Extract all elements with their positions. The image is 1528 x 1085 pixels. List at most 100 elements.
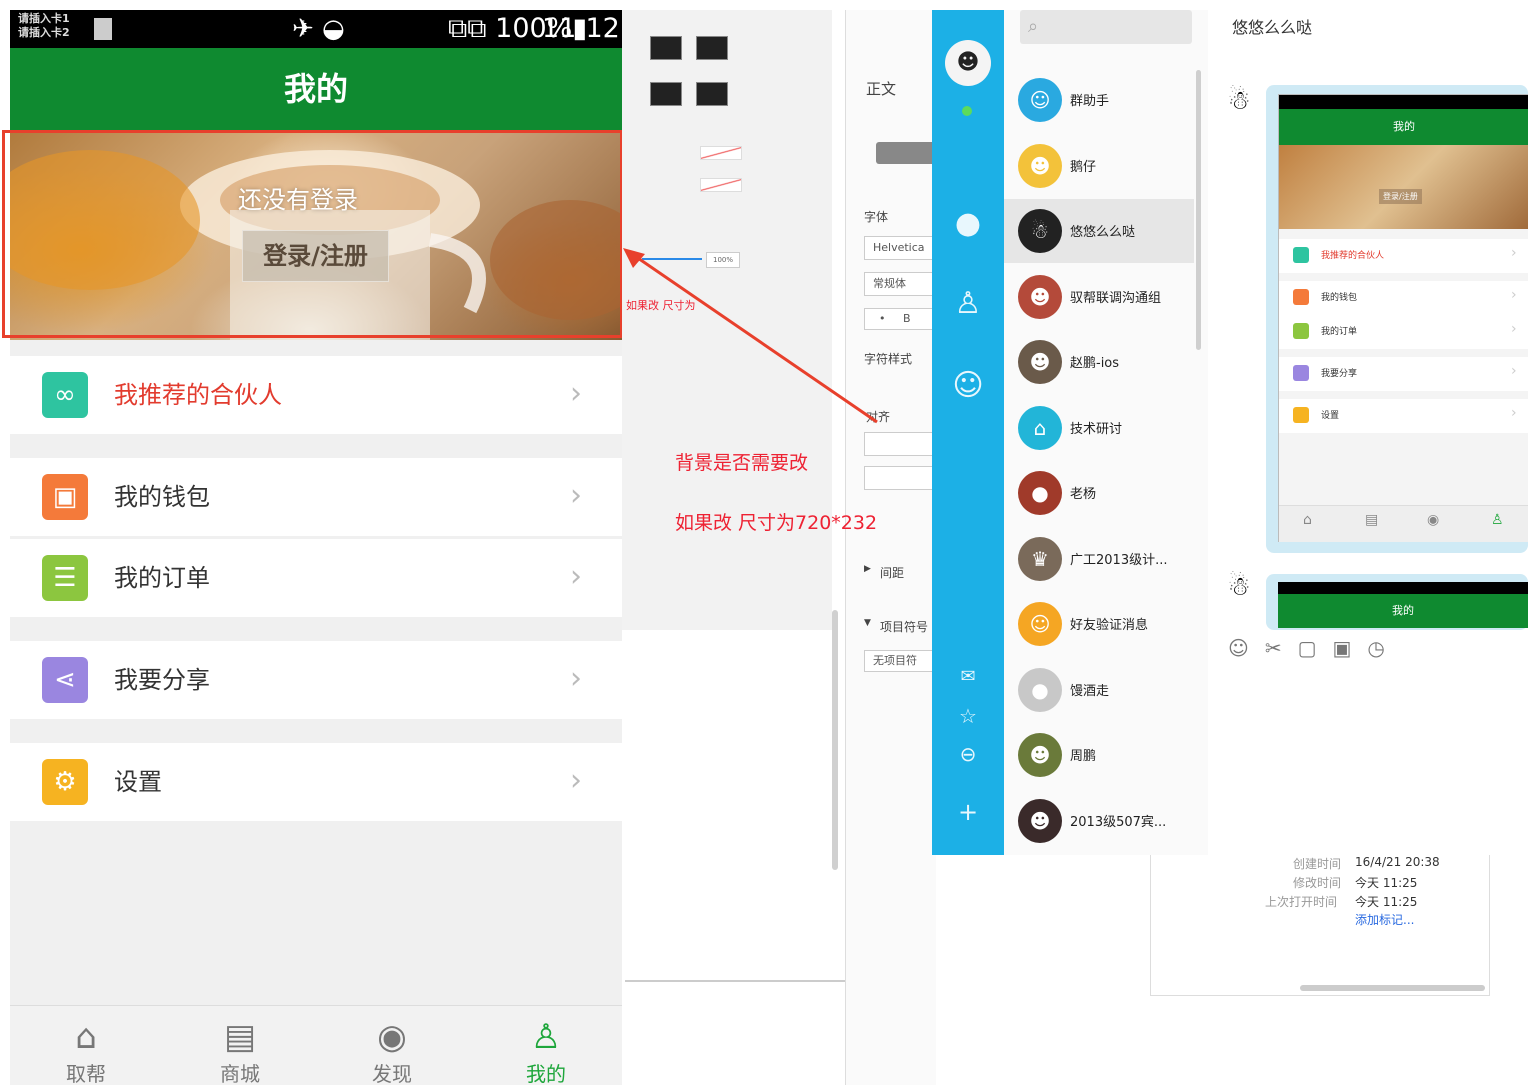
menu-item[interactable]: ⚙ 设置 › [10, 743, 622, 821]
scrollbar[interactable] [1196, 70, 1201, 350]
chevron-right-icon: › [570, 478, 582, 513]
menu-item[interactable]: ☰ 我的订单 › [10, 539, 622, 617]
tab-3[interactable]: ♙ 我的 [496, 1006, 596, 1085]
menu-item[interactable]: ⋖ 我要分享 › [10, 641, 622, 719]
scrollbar[interactable] [1300, 985, 1485, 991]
settings-icon: ⚙ [42, 759, 88, 805]
sim-icon [94, 18, 112, 40]
user-avatar[interactable]: ☻ [945, 40, 991, 86]
carrier-1: 请插入卡1 [18, 12, 70, 25]
style-button[interactable] [876, 142, 936, 164]
store-icon: ▤ [1365, 512, 1379, 528]
contact-item[interactable]: ☃ 悠悠么么哒 [1004, 199, 1194, 263]
contacts-icon[interactable]: ♙ [932, 286, 1004, 321]
modified-value: 今天 11:25 [1355, 876, 1418, 890]
menu-item[interactable]: ▣ 我的钱包 › [10, 458, 622, 536]
contact-item[interactable]: ● 馒酒走 [1004, 658, 1194, 722]
list-label[interactable]: 项目符号 [880, 618, 928, 635]
thumb-item-label: 我的钱包 [1321, 293, 1358, 303]
tab-2[interactable]: ◉ 发现 [342, 1006, 442, 1085]
thumb-header: 我的 [1278, 594, 1528, 628]
contact-item[interactable]: ♛ 广工2013级计... [1004, 527, 1194, 591]
contact-name: 好友验证消息 [1070, 618, 1149, 633]
person-icon: ♙ [1491, 512, 1504, 528]
carrier-text: 请插入卡1 请插入卡2 [18, 12, 70, 40]
tab-1[interactable]: ▤ 商城 [190, 1006, 290, 1085]
bottom-tab-bar: ⌂ 取帮 ▤ 商城 ◉ 发现 ♙ 我的 [10, 1005, 622, 1085]
eye-icon: ◉ [1427, 512, 1440, 528]
chevron-right-icon: › [1511, 321, 1517, 337]
no-fill-swatch[interactable] [700, 146, 742, 160]
add-tag-link[interactable]: 添加标记... [1355, 913, 1414, 927]
thumb-menu-item: 我的钱包 › [1279, 281, 1528, 315]
image-message[interactable]: 我的 [1266, 574, 1528, 630]
contact-item[interactable]: ☻ 周鹏 [1004, 723, 1194, 787]
layout-icon[interactable] [650, 36, 682, 60]
disclosure-icon[interactable]: ▼ [864, 618, 871, 628]
chevron-right-icon: › [1511, 405, 1517, 421]
contact-item[interactable]: ☻ 2013级507宾... [1004, 789, 1194, 853]
created-value: 16/4/21 20:38 [1355, 855, 1440, 869]
thumb-menu-item: 设置 › [1279, 399, 1528, 433]
no-fill-swatch[interactable] [700, 178, 742, 192]
created-label: 创建时间 [1293, 857, 1342, 871]
contact-name: 鹅仔 [1070, 159, 1097, 175]
annotation-arrow [623, 248, 878, 424]
home-icon: ⌂ [75, 1017, 97, 1057]
contact-avatar: ☻ [1018, 798, 1062, 843]
chevron-right-icon: › [1511, 287, 1517, 303]
add-icon[interactable]: + [932, 798, 1004, 826]
contact-name: 老杨 [1070, 487, 1097, 502]
contact-item[interactable]: ☻ 驭帮联调沟通组 [1004, 265, 1194, 329]
tab-0[interactable]: ⌂ 取帮 [36, 1006, 136, 1085]
layout-icon[interactable] [650, 82, 682, 106]
modified-label: 修改时间 [1293, 876, 1342, 890]
screenshot-thumbnail[interactable]: 我的 登录/注册 ⌂ ▤ ◉ ♙ 我推荐的合伙人 › 我的钱包 › 我的订单 › 我要分享 ›… [1278, 94, 1528, 542]
disclosure-icon[interactable]: ▶ [864, 564, 871, 574]
thumb-item-label: 设置 [1321, 411, 1340, 421]
menu-item[interactable]: ∞ 我推荐的合伙人 › [10, 356, 622, 434]
contact-avatar: ☺ [1018, 78, 1062, 122]
contact-item[interactable]: ☺ 好友验证消息 [1004, 592, 1194, 656]
contact-item[interactable]: ☺ 群助手 [1004, 68, 1194, 132]
thumb-title: 我的 [1392, 604, 1414, 617]
thumb-banner: 登录/注册 [1279, 145, 1528, 229]
layout-icon[interactable] [696, 36, 728, 60]
thumb-status-bar [1278, 582, 1528, 594]
chat-toolbar[interactable]: ☺✂▢▣◷ [1228, 636, 1401, 660]
font-label: 字体 [864, 210, 889, 224]
contact-name: 2013级507宾... [1070, 814, 1167, 830]
contact-item[interactable]: ⌂ 技术研讨 [1004, 396, 1194, 460]
menu-item-label: 我要分享 [114, 666, 210, 694]
contact-avatar: ● [1018, 471, 1062, 515]
scrollbar[interactable] [832, 610, 838, 870]
star-icon[interactable]: ☆ [932, 704, 1004, 728]
contact-item[interactable]: ● 老杨 [1004, 461, 1194, 525]
minus-icon[interactable]: ⊖ [932, 742, 1004, 766]
contact-item[interactable]: ☻ 赵鹏-ios [1004, 330, 1194, 394]
groups-icon[interactable]: ☺ [932, 368, 1004, 403]
spacing-label[interactable]: 间距 [880, 564, 904, 581]
thumb-header: 我的 [1279, 109, 1528, 145]
penguin-avatar-icon: ☃ [1227, 572, 1251, 602]
eye-icon: ◉ [377, 1017, 407, 1057]
contact-name: 馒酒走 [1070, 683, 1110, 699]
partners-icon: ∞ [42, 372, 88, 418]
search-input[interactable]: ⌕ [1020, 10, 1192, 44]
search-icon: ⌕ [1028, 16, 1039, 37]
online-status-dot [962, 106, 972, 116]
menu-item-label: 我的钱包 [114, 483, 210, 511]
chevron-right-icon: › [570, 559, 582, 594]
chevron-right-icon: › [570, 661, 582, 696]
contact-name: 悠悠么么哒 [1070, 225, 1136, 240]
contact-avatar: ☻ [1018, 143, 1062, 188]
annotation-question: 背景是否需要改 [675, 452, 809, 474]
contact-item[interactable]: ☻ 鹅仔 [1004, 134, 1194, 198]
chevron-right-icon: › [1511, 245, 1517, 261]
store-icon: ▤ [223, 1017, 257, 1057]
share-icon: ⋖ [42, 657, 88, 703]
messages-icon[interactable]: ● [932, 206, 1004, 241]
menu-item-label: 我的订单 [114, 564, 210, 592]
layout-icon[interactable] [696, 82, 728, 106]
mail-icon[interactable]: ✉ [932, 666, 1004, 687]
